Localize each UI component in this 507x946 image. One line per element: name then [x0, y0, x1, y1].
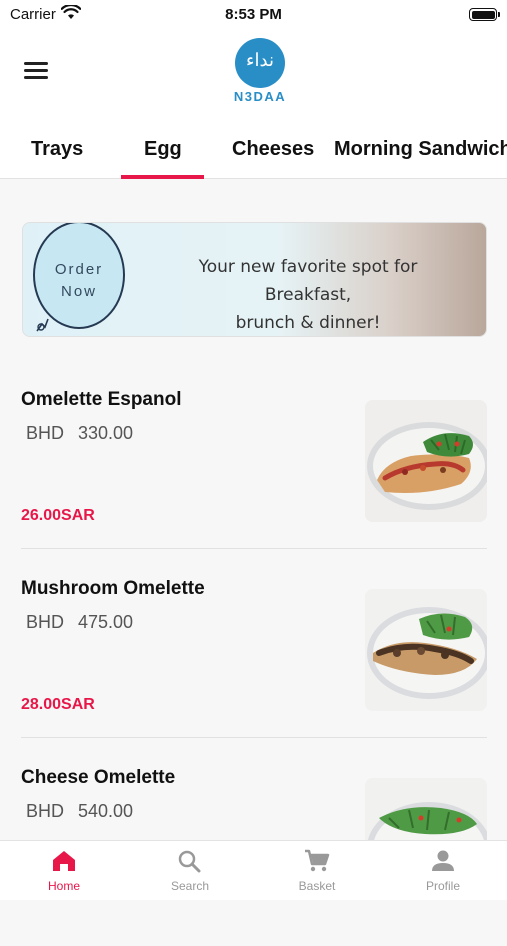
- item-divider: [21, 548, 487, 549]
- person-icon: [432, 850, 454, 871]
- order-now-line-2: Now: [60, 283, 97, 300]
- tab-morning-sandwich[interactable]: Morning Sandwich: [334, 138, 507, 161]
- brand-logo[interactable]: نداء N3DAA: [232, 38, 288, 104]
- product-currency: BHD: [26, 801, 65, 821]
- logo-emblem: نداء: [235, 38, 285, 88]
- cart-icon: [305, 849, 330, 872]
- pointer-hand-icon: [33, 313, 55, 336]
- nav-home-label: Home: [47, 879, 80, 893]
- product-original-price: 540.00: [78, 801, 134, 821]
- nav-profile-label: Profile: [425, 879, 460, 893]
- banner-tagline-line-2: brunch & dinner!: [235, 313, 381, 333]
- nav-home[interactable]: Home: [1, 841, 127, 901]
- active-tab-indicator: [121, 175, 204, 179]
- product-name: Omelette Espanol: [21, 389, 182, 410]
- bottom-nav-bar: Home Search Basket Profile: [0, 840, 507, 900]
- tab-egg[interactable]: Egg: [144, 138, 182, 161]
- product-original-price: 330.00: [78, 423, 134, 443]
- nav-basket[interactable]: Basket: [254, 841, 380, 901]
- logo-wordmark: N3DAA: [233, 89, 287, 104]
- status-bar: Carrier 8:53 PM: [0, 0, 507, 30]
- app-header: نداء N3DAA: [0, 30, 507, 122]
- product-price: 28.00SAR: [21, 696, 95, 713]
- product-currency: BHD: [26, 423, 65, 443]
- product-name: Mushroom Omelette: [21, 578, 205, 599]
- battery-icon: [469, 8, 500, 21]
- tab-cheeses[interactable]: Cheeses: [232, 138, 314, 161]
- banner-tagline: Your new favorite spot for Breakfast, br…: [163, 253, 453, 336]
- product-name: Cheese Omelette: [21, 767, 176, 788]
- order-now-text: Order Now: [33, 259, 125, 303]
- banner-tagline-line-1: Your new favorite spot for Breakfast,: [198, 257, 418, 305]
- tab-trays[interactable]: Trays: [31, 138, 83, 161]
- product-currency: BHD: [26, 612, 65, 632]
- nav-search-label: Search: [170, 879, 210, 893]
- product-original-price: 475.00: [78, 612, 134, 632]
- product-image[interactable]: [365, 400, 487, 522]
- nav-search[interactable]: Search: [127, 841, 253, 901]
- product-price: 26.00SAR: [21, 507, 95, 524]
- order-now-line-1: Order: [54, 261, 104, 278]
- home-icon: [53, 851, 75, 871]
- logo-script: نداء: [246, 50, 274, 71]
- search-icon: [178, 850, 201, 873]
- product-card[interactable]: Omelette Espanol BHD 330.00 26.00SAR: [0, 379, 507, 568]
- status-time: 8:53 PM: [225, 6, 282, 23]
- item-divider: [21, 737, 487, 738]
- product-image[interactable]: [365, 589, 487, 711]
- product-card[interactable]: Mushroom Omelette BHD 475.00 28.00SAR: [0, 568, 507, 757]
- nav-basket-label: Basket: [298, 879, 336, 893]
- category-tabs: Trays Egg Cheeses Morning Sandwich: [0, 122, 507, 179]
- promo-banner[interactable]: Order Now Your new favorite spot for Bre…: [22, 222, 487, 337]
- nav-profile[interactable]: Profile: [380, 841, 506, 901]
- hamburger-menu-icon[interactable]: [24, 62, 48, 82]
